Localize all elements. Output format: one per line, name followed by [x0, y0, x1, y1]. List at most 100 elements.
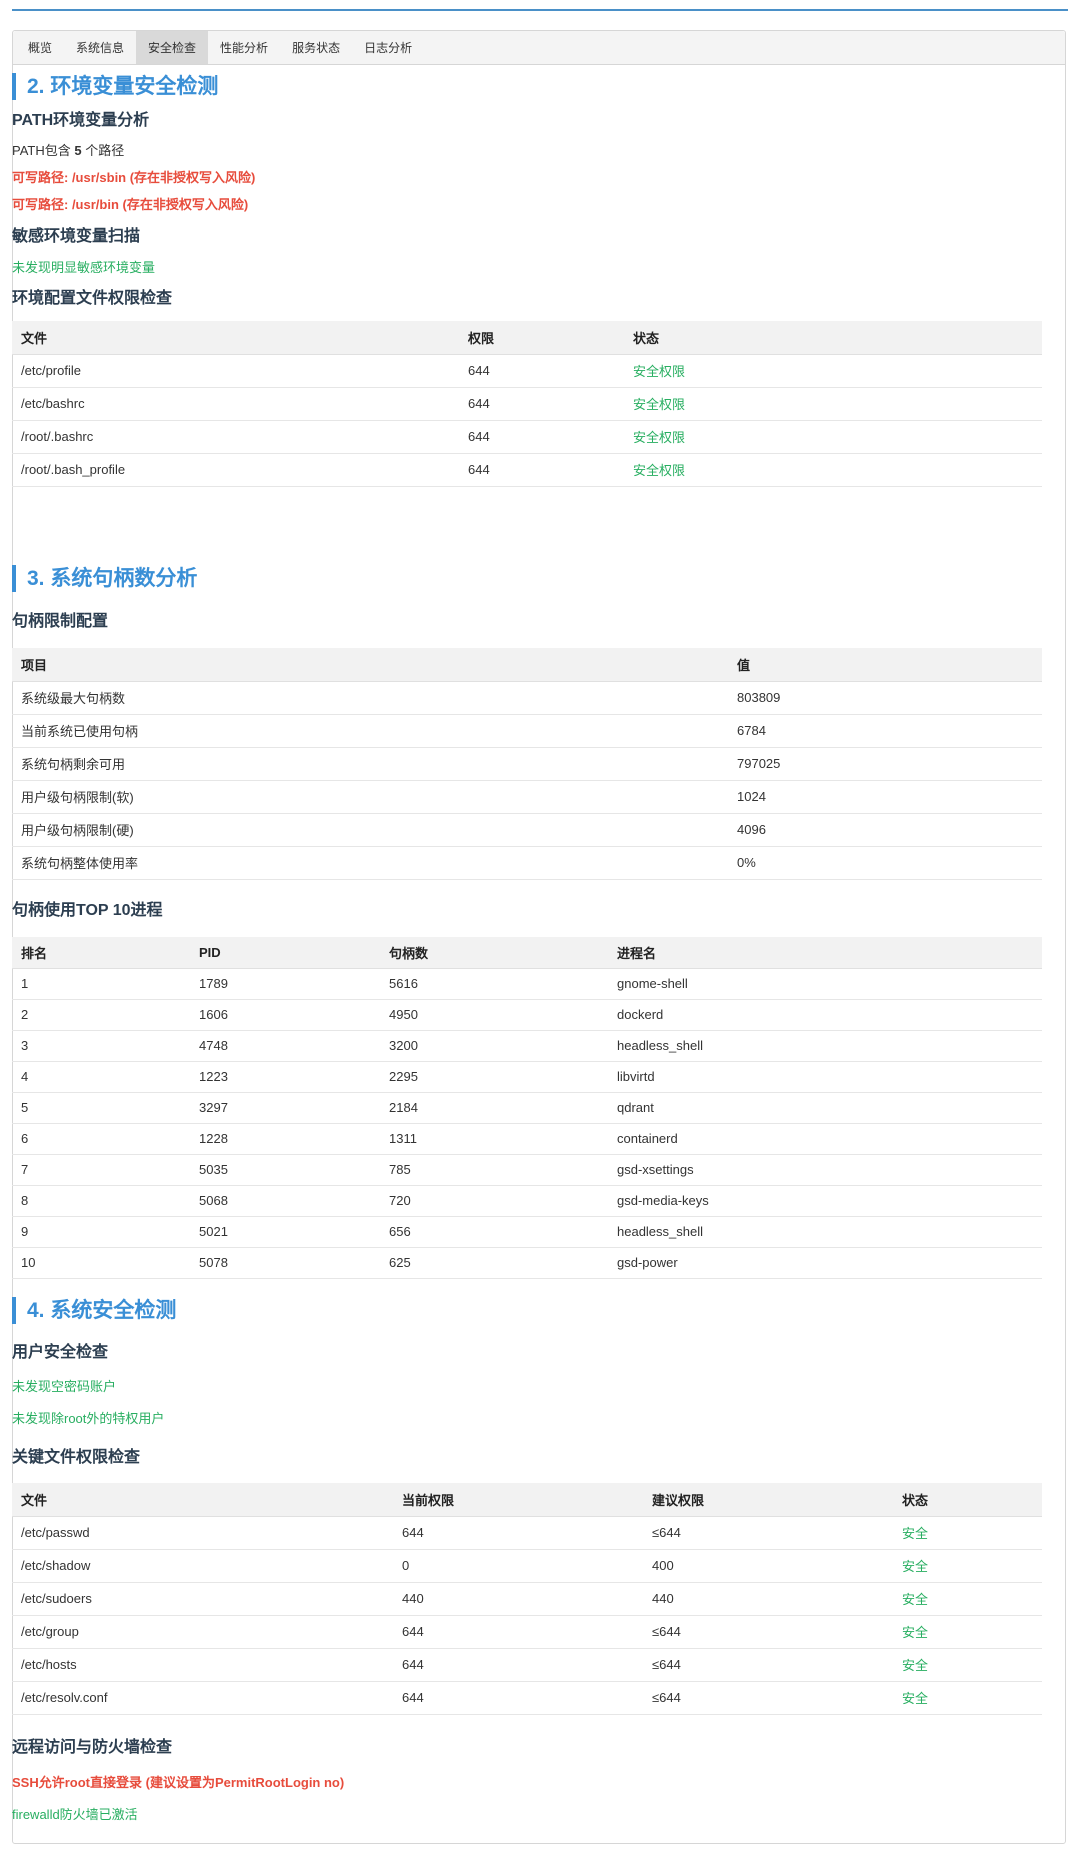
- col-header: 排名: [12, 937, 190, 969]
- file-cell: /etc/group: [12, 1615, 393, 1649]
- handles-cell: 1311: [380, 1123, 608, 1155]
- current-perm-cell: 644: [393, 1648, 643, 1682]
- item-cell: 用户级句柄限制(硬): [12, 813, 728, 847]
- table-header-row: 文件 权限 状态: [12, 321, 1042, 355]
- status-cell: 安全权限: [624, 354, 1042, 388]
- table-row: 1 1789 5616 gnome-shell: [12, 968, 1042, 1000]
- table-row: 系统句柄剩余可用 797025: [12, 747, 1042, 781]
- value-cell: 6784: [728, 714, 1042, 748]
- process-cell: dockerd: [608, 999, 1042, 1031]
- user-security-title: 用户安全检查: [12, 1344, 109, 1361]
- item-cell: 系统句柄整体使用率: [12, 846, 728, 880]
- process-cell: gsd-xsettings: [608, 1154, 1042, 1186]
- file-cell: /root/.bash_profile: [12, 453, 459, 487]
- handles-cell: 656: [380, 1216, 608, 1248]
- col-header: 文件: [12, 321, 459, 355]
- table-header-row: 项目 值: [12, 648, 1042, 682]
- item-cell: 当前系统已使用句柄: [12, 714, 728, 748]
- status-cell: 安全: [893, 1549, 1042, 1583]
- pid-cell: 1228: [190, 1123, 380, 1155]
- handles-cell: 785: [380, 1154, 608, 1186]
- file-cell: /etc/hosts: [12, 1648, 393, 1682]
- value-cell: 4096: [728, 813, 1042, 847]
- tab-performance[interactable]: 性能分析: [208, 31, 280, 64]
- status-cell: 安全: [893, 1681, 1042, 1715]
- path-count-prefix: PATH包含: [12, 143, 75, 158]
- top10-title: 句柄使用TOP 10进程: [12, 902, 163, 919]
- current-perm-cell: 644: [393, 1681, 643, 1715]
- handles-cell: 5616: [380, 968, 608, 1000]
- status-cell: 安全: [893, 1615, 1042, 1649]
- rank-cell: 5: [12, 1092, 190, 1124]
- table-row: /etc/sudoers 440 440 安全: [12, 1582, 1042, 1616]
- process-cell: gnome-shell: [608, 968, 1042, 1000]
- table-row: 3 4748 3200 headless_shell: [12, 1030, 1042, 1062]
- current-perm-cell: 0: [393, 1549, 643, 1583]
- rank-cell: 7: [12, 1154, 190, 1186]
- current-perm-cell: 440: [393, 1582, 643, 1616]
- tab-log-analysis[interactable]: 日志分析: [352, 31, 424, 64]
- suggested-perm-cell: 400: [643, 1549, 893, 1583]
- config-perm-table: 文件 权限 状态 /etc/profile 644 安全权限 /etc/bash…: [12, 321, 1042, 487]
- col-header: 状态: [893, 1483, 1042, 1517]
- tab-security-check[interactable]: 安全检查: [136, 31, 209, 64]
- status-cell: 安全: [893, 1582, 1042, 1616]
- status-cell: 安全: [893, 1516, 1042, 1550]
- value-cell: 797025: [728, 747, 1042, 781]
- handles-cell: 2295: [380, 1061, 608, 1093]
- perm-cell: 644: [459, 387, 624, 421]
- handle-limits-table-wrap: 项目 值 系统级最大句柄数 803809 当前系统已使用句柄 6784 系统句柄剩余…: [12, 648, 1042, 880]
- table-header-row: 文件 当前权限 建议权限 状态: [12, 1483, 1042, 1517]
- key-files-table: 文件 当前权限 建议权限 状态 /etc/passwd 644 ≤644 安全 /et…: [12, 1483, 1042, 1715]
- tab-service-status[interactable]: 服务状态: [280, 31, 352, 64]
- table-row: 2 1606 4950 dockerd: [12, 999, 1042, 1031]
- tab-system-info[interactable]: 系统信息: [64, 31, 136, 64]
- key-files-table-wrap: 文件 当前权限 建议权限 状态 /etc/passwd 644 ≤644 安全 /et…: [12, 1483, 1042, 1715]
- status-cell: 安全权限: [624, 453, 1042, 487]
- process-cell: gsd-power: [608, 1247, 1042, 1279]
- path-count: PATH包含 5 个路径: [12, 142, 124, 160]
- perm-cell: 644: [459, 453, 624, 487]
- handles-cell: 625: [380, 1247, 608, 1279]
- current-perm-cell: 644: [393, 1615, 643, 1649]
- table-row: /etc/group 644 ≤644 安全: [12, 1615, 1042, 1649]
- tab-overview[interactable]: 概览: [16, 31, 64, 64]
- col-header: 值: [728, 648, 1042, 682]
- rank-cell: 8: [12, 1185, 190, 1217]
- process-cell: headless_shell: [608, 1216, 1042, 1248]
- table-header-row: 排名 PID 句柄数 进程名: [12, 937, 1042, 969]
- table-row: /etc/passwd 644 ≤644 安全: [12, 1516, 1042, 1550]
- table-row: 9 5021 656 headless_shell: [12, 1216, 1042, 1248]
- config-perm-title: 环境配置文件权限检查: [12, 290, 173, 307]
- pid-cell: 5078: [190, 1247, 380, 1279]
- suggested-perm-cell: ≤644: [643, 1681, 893, 1715]
- col-header: PID: [190, 937, 380, 969]
- sensitive-env-title: 敏感环境变量扫描: [12, 228, 141, 245]
- table-row: 用户级句柄限制(硬) 4096: [12, 813, 1042, 847]
- table-row: 用户级句柄限制(软) 1024: [12, 780, 1042, 814]
- pid-cell: 5068: [190, 1185, 380, 1217]
- table-row: /etc/bashrc 644 安全权限: [12, 387, 1042, 421]
- perm-cell: 644: [459, 354, 624, 388]
- rank-cell: 3: [12, 1030, 190, 1062]
- path-analysis-title: PATH环境变量分析: [12, 112, 150, 129]
- firewall-status: firewalld防火墙已激活: [12, 1807, 138, 1822]
- user-check-result: 未发现除root外的特权用户: [12, 1411, 165, 1426]
- suggested-perm-cell: ≤644: [643, 1516, 893, 1550]
- suggested-perm-cell: 440: [643, 1582, 893, 1616]
- col-header: 项目: [12, 648, 728, 682]
- table-row: /etc/shadow 0 400 安全: [12, 1549, 1042, 1583]
- rank-cell: 6: [12, 1123, 190, 1155]
- handles-cell: 720: [380, 1185, 608, 1217]
- file-cell: /etc/shadow: [12, 1549, 393, 1583]
- process-cell: headless_shell: [608, 1030, 1042, 1062]
- status-cell: 安全: [893, 1648, 1042, 1682]
- col-header: 进程名: [608, 937, 1042, 969]
- top-divider: [12, 9, 1068, 11]
- file-cell: /etc/resolv.conf: [12, 1681, 393, 1715]
- table-row: 4 1223 2295 libvirtd: [12, 1061, 1042, 1093]
- rank-cell: 9: [12, 1216, 190, 1248]
- item-cell: 系统级最大句柄数: [12, 681, 728, 715]
- process-cell: libvirtd: [608, 1061, 1042, 1093]
- suggested-perm-cell: ≤644: [643, 1615, 893, 1649]
